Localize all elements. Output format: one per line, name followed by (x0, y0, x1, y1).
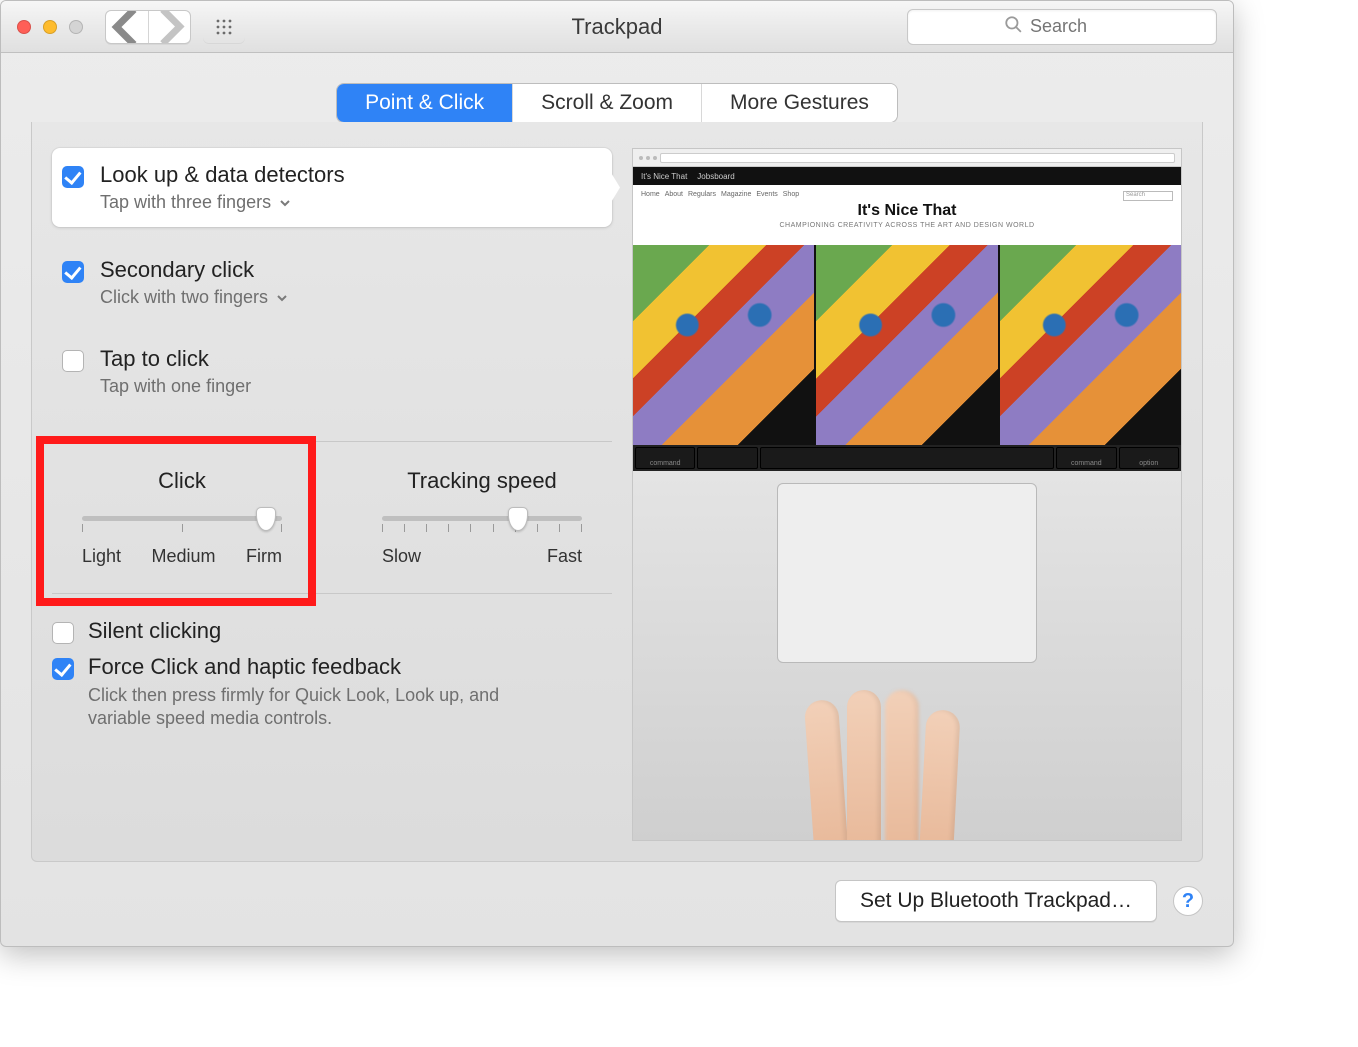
preview-site-search: Search (1123, 191, 1173, 201)
content-panel: Look up & data detectors Tap with three … (31, 122, 1203, 862)
window-controls (17, 20, 83, 34)
preview-tabstrip: It's Nice That Jobsboard (633, 167, 1181, 185)
click-slider-labels: Light Medium Firm (82, 546, 282, 567)
option-lookup[interactable]: Look up & data detectors Tap with three … (52, 148, 612, 227)
click-slider-title: Click (158, 468, 206, 494)
tracking-slider-labels: Slow Fast (382, 546, 582, 567)
search-field[interactable] (907, 9, 1217, 45)
option-tap-sub: Tap with one finger (100, 376, 251, 397)
checkbox-lookup[interactable] (62, 166, 84, 188)
minimize-button[interactable] (43, 20, 57, 34)
option-secondary-label: Secondary click (100, 257, 288, 283)
preview-column: It's Nice That Jobsboard HomeAboutRegula… (632, 148, 1182, 841)
preview-trackpad-shell (633, 471, 1181, 840)
preview-browser-bar (633, 149, 1181, 167)
sliders-row: Click Light Medium Firm Tracking speed (52, 441, 612, 594)
titlebar: Trackpad (1, 1, 1233, 53)
checkbox-tap[interactable] (62, 350, 84, 372)
bottom-options: Silent clicking Force Click and haptic f… (52, 618, 612, 731)
preview-hand (809, 690, 989, 841)
option-tap-label: Tap to click (100, 346, 251, 372)
preview-url (660, 153, 1175, 163)
preview-site-header: HomeAboutRegulars MagazineEventsShop Sea… (633, 185, 1181, 245)
option-silent-clicking[interactable]: Silent clicking (52, 618, 612, 644)
chevron-down-icon (279, 197, 291, 209)
checkbox-secondary[interactable] (62, 261, 84, 283)
search-input[interactable] (1030, 16, 1120, 37)
nav-buttons (105, 10, 191, 44)
tab-bar: Point & Click Scroll & Zoom More Gesture… (1, 53, 1233, 123)
tab-point-and-click[interactable]: Point & Click (337, 84, 512, 122)
tab-more-gestures[interactable]: More Gestures (701, 84, 897, 122)
click-slider-box: Click Light Medium Firm (52, 468, 312, 567)
option-lookup-sub[interactable]: Tap with three fingers (100, 192, 345, 213)
preview-artwork (633, 245, 1181, 445)
back-button[interactable] (106, 11, 148, 43)
preview-site-tagline: CHAMPIONING CREATIVITY ACROSS THE ART AN… (779, 222, 1034, 229)
zoom-button[interactable] (69, 20, 83, 34)
checkbox-silent[interactable] (52, 622, 74, 644)
tracking-slider-title: Tracking speed (407, 468, 557, 494)
option-tap-to-click[interactable]: Tap to click Tap with one finger (52, 332, 612, 411)
close-button[interactable] (17, 20, 31, 34)
preview-site-logo: It's Nice That (858, 202, 957, 220)
show-all-button[interactable] (203, 11, 245, 43)
gesture-preview: It's Nice That Jobsboard HomeAboutRegula… (632, 148, 1182, 841)
tab-scroll-and-zoom[interactable]: Scroll & Zoom (512, 84, 701, 122)
silent-label: Silent clicking (88, 618, 221, 644)
setup-bluetooth-button[interactable]: Set Up Bluetooth Trackpad… (835, 880, 1157, 922)
forward-button[interactable] (148, 11, 190, 43)
tracking-slider-box: Tracking speed Slow Fast (352, 468, 612, 567)
option-force-click[interactable]: Force Click and haptic feedback Click th… (52, 654, 612, 731)
option-secondary-click[interactable]: Secondary click Click with two fingers (52, 243, 612, 322)
search-icon (1004, 15, 1022, 38)
chevron-down-icon (276, 292, 288, 304)
preferences-window: Trackpad Point & Click Scroll & Zoom Mor… (0, 0, 1234, 947)
force-desc: Click then press firmly for Quick Look, … (88, 684, 548, 731)
checkbox-force[interactable] (52, 658, 74, 680)
help-button[interactable]: ? (1173, 886, 1203, 916)
click-slider[interactable] (82, 510, 282, 540)
footer: Set Up Bluetooth Trackpad… ? (1, 862, 1233, 946)
force-label: Force Click and haptic feedback (88, 654, 548, 680)
preview-keyboard-row: command command option (633, 445, 1181, 471)
options-column: Look up & data detectors Tap with three … (52, 148, 612, 841)
option-lookup-label: Look up & data detectors (100, 162, 345, 188)
tracking-slider[interactable] (382, 510, 582, 540)
preview-trackpad (777, 483, 1037, 663)
option-secondary-sub[interactable]: Click with two fingers (100, 287, 288, 308)
